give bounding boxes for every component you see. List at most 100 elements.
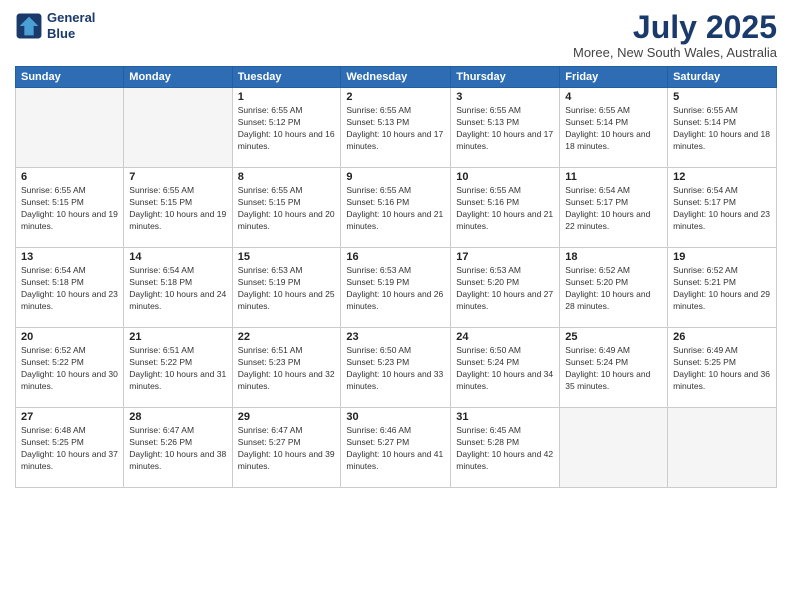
day-info: Sunrise: 6:55 AMSunset: 5:14 PMDaylight:… bbox=[565, 105, 662, 153]
day-number: 12 bbox=[673, 171, 771, 183]
header: General Blue July 2025 Moree, New South … bbox=[15, 10, 777, 60]
day-info: Sunrise: 6:49 AMSunset: 5:25 PMDaylight:… bbox=[673, 345, 771, 393]
day-number: 21 bbox=[129, 331, 226, 343]
calendar-cell: 10 Sunrise: 6:55 AMSunset: 5:16 PMDayligh… bbox=[451, 168, 560, 248]
weekday-header: Saturday bbox=[668, 67, 777, 88]
calendar-cell: 27Sunrise: 6:48 AMSunset: 5:25 PMDayligh… bbox=[16, 408, 124, 488]
calendar-cell: 2Sunrise: 6:55 AMSunset: 5:13 PMDaylight… bbox=[341, 88, 451, 168]
day-info: Sunrise: 6:49 AMSunset: 5:24 PMDaylight:… bbox=[565, 345, 662, 393]
title-block: July 2025 Moree, New South Wales, Austra… bbox=[573, 10, 777, 60]
calendar-cell: 20Sunrise: 6:52 AMSunset: 5:22 PMDayligh… bbox=[16, 328, 124, 408]
day-number: 22 bbox=[238, 331, 336, 343]
page: General Blue July 2025 Moree, New South … bbox=[0, 0, 792, 612]
calendar-cell bbox=[668, 408, 777, 488]
calendar-cell: 9 Sunrise: 6:55 AMSunset: 5:16 PMDaylight… bbox=[341, 168, 451, 248]
calendar-cell: 23 Sunrise: 6:50 AMSunset: 5:23 PMDayligh… bbox=[341, 328, 451, 408]
day-number: 9 bbox=[346, 171, 445, 183]
day-number: 27 bbox=[21, 411, 118, 423]
logo-text: General Blue bbox=[47, 10, 95, 41]
day-info: Sunrise: 6:55 AMSunset: 5:15 PMDaylight:… bbox=[238, 185, 336, 233]
day-number: 10 bbox=[456, 171, 554, 183]
day-info: Sunrise: 6:55 AMSunset: 5:13 PMDaylight:… bbox=[456, 105, 554, 153]
day-info: Sunrise: 6:55 AMSunset: 5:16 PMDaylight:… bbox=[456, 185, 554, 233]
day-number: 18 bbox=[565, 251, 662, 263]
day-info: Sunrise: 6:53 AMSunset: 5:19 PMDaylight:… bbox=[346, 265, 445, 313]
day-info: Sunrise: 6:50 AMSunset: 5:23 PMDaylight:… bbox=[346, 345, 445, 393]
day-info: Sunrise: 6:45 AMSunset: 5:28 PMDaylight:… bbox=[456, 425, 554, 473]
calendar-cell: 4 Sunrise: 6:55 AMSunset: 5:14 PMDaylight… bbox=[560, 88, 668, 168]
weekday-header: Sunday bbox=[16, 67, 124, 88]
calendar-week-row: 6 Sunrise: 6:55 AMSunset: 5:15 PMDaylight… bbox=[16, 168, 777, 248]
day-number: 30 bbox=[346, 411, 445, 423]
calendar-cell: 7 Sunrise: 6:55 AMSunset: 5:15 PMDaylight… bbox=[124, 168, 232, 248]
calendar-cell: 28 Sunrise: 6:47 AMSunset: 5:26 PMDayligh… bbox=[124, 408, 232, 488]
weekday-header: Monday bbox=[124, 67, 232, 88]
day-number: 8 bbox=[238, 171, 336, 183]
day-info: Sunrise: 6:53 AMSunset: 5:19 PMDaylight:… bbox=[238, 265, 336, 313]
day-number: 23 bbox=[346, 331, 445, 343]
day-info: Sunrise: 6:54 AMSunset: 5:18 PMDaylight:… bbox=[129, 265, 226, 313]
day-info: Sunrise: 6:55 AMSunset: 5:16 PMDaylight:… bbox=[346, 185, 445, 233]
day-info: Sunrise: 6:54 AMSunset: 5:17 PMDaylight:… bbox=[673, 185, 771, 233]
calendar-cell: 29Sunrise: 6:47 AMSunset: 5:27 PMDayligh… bbox=[232, 408, 341, 488]
calendar-cell: 14Sunrise: 6:54 AMSunset: 5:18 PMDayligh… bbox=[124, 248, 232, 328]
calendar-cell: 1 Sunrise: 6:55 AMSunset: 5:12 PMDaylight… bbox=[232, 88, 341, 168]
calendar-header-row: SundayMondayTuesdayWednesdayThursdayFrid… bbox=[16, 67, 777, 88]
calendar-cell: 26 Sunrise: 6:49 AMSunset: 5:25 PMDayligh… bbox=[668, 328, 777, 408]
calendar-cell: 18 Sunrise: 6:52 AMSunset: 5:20 PMDayligh… bbox=[560, 248, 668, 328]
calendar-cell: 5 Sunrise: 6:55 AMSunset: 5:14 PMDaylight… bbox=[668, 88, 777, 168]
calendar-cell: 21 Sunrise: 6:51 AMSunset: 5:22 PMDayligh… bbox=[124, 328, 232, 408]
day-number: 13 bbox=[21, 251, 118, 263]
day-info: Sunrise: 6:55 AMSunset: 5:15 PMDaylight:… bbox=[129, 185, 226, 233]
day-info: Sunrise: 6:54 AMSunset: 5:18 PMDaylight:… bbox=[21, 265, 118, 313]
calendar-cell: 12 Sunrise: 6:54 AMSunset: 5:17 PMDayligh… bbox=[668, 168, 777, 248]
day-number: 31 bbox=[456, 411, 554, 423]
day-info: Sunrise: 6:52 AMSunset: 5:21 PMDaylight:… bbox=[673, 265, 771, 313]
calendar-cell: 30 Sunrise: 6:46 AMSunset: 5:27 PMDayligh… bbox=[341, 408, 451, 488]
main-title: July 2025 bbox=[573, 10, 777, 45]
day-number: 1 bbox=[238, 91, 336, 103]
calendar-cell: 15Sunrise: 6:53 AMSunset: 5:19 PMDayligh… bbox=[232, 248, 341, 328]
day-number: 17 bbox=[456, 251, 554, 263]
day-number: 19 bbox=[673, 251, 771, 263]
day-info: Sunrise: 6:54 AMSunset: 5:17 PMDaylight:… bbox=[565, 185, 662, 233]
day-number: 11 bbox=[565, 171, 662, 183]
weekday-header: Thursday bbox=[451, 67, 560, 88]
day-info: Sunrise: 6:55 AMSunset: 5:12 PMDaylight:… bbox=[238, 105, 336, 153]
calendar-table: SundayMondayTuesdayWednesdayThursdayFrid… bbox=[15, 66, 777, 488]
calendar-cell: 3Sunrise: 6:55 AMSunset: 5:13 PMDaylight… bbox=[451, 88, 560, 168]
day-info: Sunrise: 6:47 AMSunset: 5:26 PMDaylight:… bbox=[129, 425, 226, 473]
day-info: Sunrise: 6:46 AMSunset: 5:27 PMDaylight:… bbox=[346, 425, 445, 473]
weekday-header: Tuesday bbox=[232, 67, 341, 88]
calendar-week-row: 1 Sunrise: 6:55 AMSunset: 5:12 PMDaylight… bbox=[16, 88, 777, 168]
calendar-cell: 19 Sunrise: 6:52 AMSunset: 5:21 PMDayligh… bbox=[668, 248, 777, 328]
day-number: 25 bbox=[565, 331, 662, 343]
day-number: 4 bbox=[565, 91, 662, 103]
weekday-header: Friday bbox=[560, 67, 668, 88]
day-number: 5 bbox=[673, 91, 771, 103]
day-number: 7 bbox=[129, 171, 226, 183]
calendar-cell: 17Sunrise: 6:53 AMSunset: 5:20 PMDayligh… bbox=[451, 248, 560, 328]
day-info: Sunrise: 6:50 AMSunset: 5:24 PMDaylight:… bbox=[456, 345, 554, 393]
day-number: 28 bbox=[129, 411, 226, 423]
day-info: Sunrise: 6:51 AMSunset: 5:23 PMDaylight:… bbox=[238, 345, 336, 393]
calendar-cell: 13 Sunrise: 6:54 AMSunset: 5:18 PMDayligh… bbox=[16, 248, 124, 328]
calendar-cell: 6Sunrise: 6:55 AMSunset: 5:15 PMDaylight… bbox=[16, 168, 124, 248]
day-info: Sunrise: 6:51 AMSunset: 5:22 PMDaylight:… bbox=[129, 345, 226, 393]
day-info: Sunrise: 6:52 AMSunset: 5:22 PMDaylight:… bbox=[21, 345, 118, 393]
day-info: Sunrise: 6:55 AMSunset: 5:14 PMDaylight:… bbox=[673, 105, 771, 153]
calendar-cell: 25 Sunrise: 6:49 AMSunset: 5:24 PMDayligh… bbox=[560, 328, 668, 408]
calendar-cell: 8 Sunrise: 6:55 AMSunset: 5:15 PMDaylight… bbox=[232, 168, 341, 248]
calendar-week-row: 20Sunrise: 6:52 AMSunset: 5:22 PMDayligh… bbox=[16, 328, 777, 408]
day-info: Sunrise: 6:52 AMSunset: 5:20 PMDaylight:… bbox=[565, 265, 662, 313]
calendar-cell: 24Sunrise: 6:50 AMSunset: 5:24 PMDayligh… bbox=[451, 328, 560, 408]
day-number: 6 bbox=[21, 171, 118, 183]
calendar-cell: 16 Sunrise: 6:53 AMSunset: 5:19 PMDayligh… bbox=[341, 248, 451, 328]
day-number: 16 bbox=[346, 251, 445, 263]
day-number: 26 bbox=[673, 331, 771, 343]
calendar-cell bbox=[124, 88, 232, 168]
calendar-cell: 22 Sunrise: 6:51 AMSunset: 5:23 PMDayligh… bbox=[232, 328, 341, 408]
calendar-week-row: 13 Sunrise: 6:54 AMSunset: 5:18 PMDayligh… bbox=[16, 248, 777, 328]
day-info: Sunrise: 6:55 AMSunset: 5:13 PMDaylight:… bbox=[346, 105, 445, 153]
calendar-cell: 11 Sunrise: 6:54 AMSunset: 5:17 PMDayligh… bbox=[560, 168, 668, 248]
